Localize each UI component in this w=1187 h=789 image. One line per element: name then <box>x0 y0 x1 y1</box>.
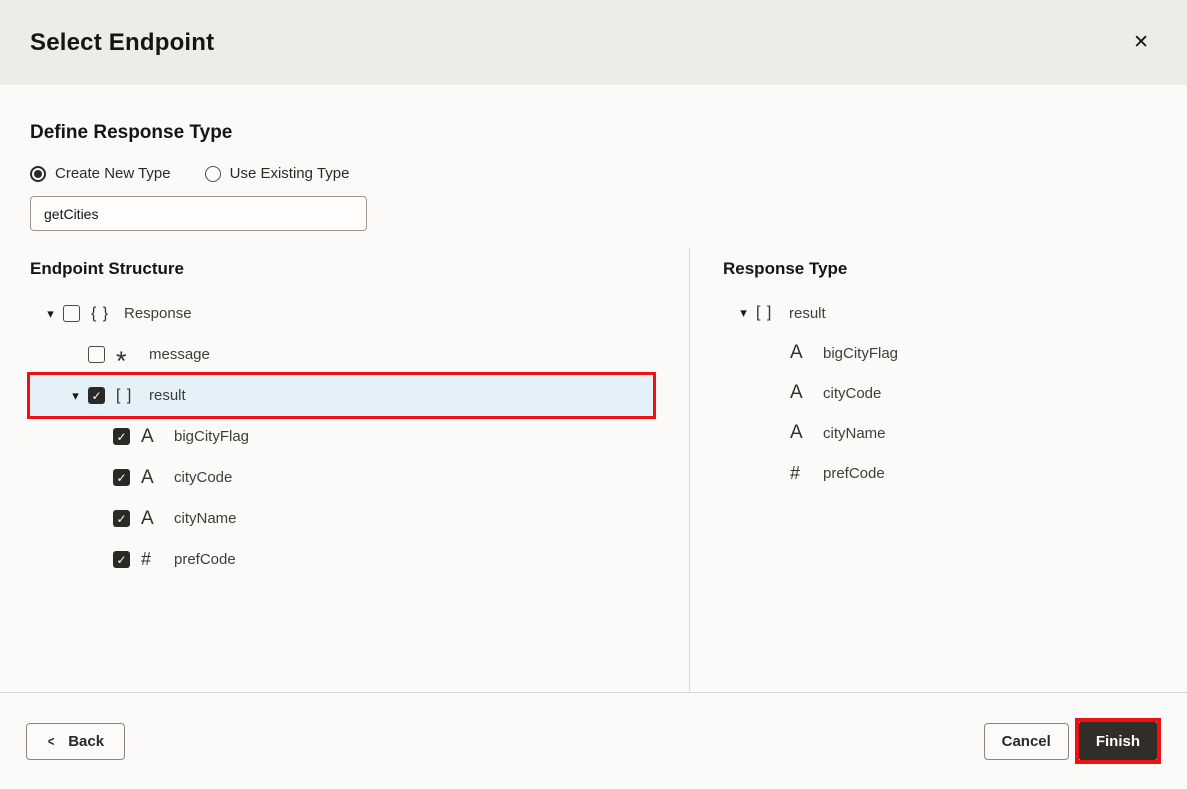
type-string-icon: A <box>141 426 167 448</box>
radio-use-existing-type[interactable]: Use Existing Type <box>205 165 350 182</box>
type-number-icon: # <box>790 463 816 484</box>
endpoint-structure-panel: Endpoint Structure ▾{ }Response*message▾… <box>30 247 689 693</box>
radio-unselected-icon[interactable] <box>205 166 221 182</box>
radio-label: Use Existing Type <box>230 165 350 182</box>
radio-label: Create New Type <box>55 165 171 182</box>
checkbox-checked[interactable]: ✓ <box>113 510 130 527</box>
close-icon[interactable]: ✕ <box>1127 27 1155 58</box>
footer-actions: Cancel Finish <box>984 718 1161 764</box>
tree-item-label: result <box>789 305 826 322</box>
tree-item-label: bigCityFlag <box>174 428 249 445</box>
tree-row-prefCode[interactable]: ✓ # prefCode <box>30 539 653 580</box>
tree-row-cityCode[interactable]: ✓ AcityCode <box>30 457 653 498</box>
checkbox-checked[interactable]: ✓ <box>88 387 105 404</box>
cancel-button[interactable]: Cancel <box>984 723 1069 760</box>
tree-item-label: Response <box>124 305 192 322</box>
tree-row-cityCode[interactable]: AcityCode <box>723 373 1157 413</box>
tree-item-label: result <box>149 387 186 404</box>
checkbox-unchecked[interactable] <box>63 305 80 322</box>
type-any-icon: * <box>116 356 142 366</box>
dialog-header: Select Endpoint ✕ <box>0 0 1187 85</box>
dialog-body: Define Response Type Create New Type Use… <box>0 85 1187 693</box>
checkbox-checked[interactable]: ✓ <box>113 551 130 568</box>
dialog-footer: < Back Cancel Finish <box>0 692 1187 789</box>
finish-button[interactable]: Finish <box>1079 722 1157 760</box>
caret-down-icon[interactable]: ▾ <box>72 388 79 404</box>
tree-row-prefCode[interactable]: # prefCode <box>723 453 1157 493</box>
tree-item-label: message <box>149 346 210 363</box>
dialog-title: Select Endpoint <box>30 29 214 57</box>
tree-item-label: prefCode <box>174 551 236 568</box>
response-type-panel: Response Type ▾[ ]resultAbigCityFlagAcit… <box>690 247 1157 693</box>
type-number-icon: # <box>141 549 167 570</box>
type-string-icon: A <box>141 508 167 530</box>
checkbox-unchecked[interactable] <box>88 346 105 363</box>
response-type-heading: Response Type <box>723 247 1157 279</box>
back-button[interactable]: < Back <box>26 723 125 760</box>
type-string-icon: A <box>790 422 816 444</box>
type-name-input[interactable] <box>30 196 367 231</box>
type-array-icon: [ ] <box>756 304 782 322</box>
caret-slot: ▾ <box>38 306 63 322</box>
endpoint-structure-tree: ▾ { } Response * message ▾ ✓ [ ] result ✓ AbigCity… <box>30 293 653 580</box>
tree-item-label: cityCode <box>823 385 881 402</box>
type-array-icon: [ ] <box>116 387 142 405</box>
radio-create-new-type[interactable]: Create New Type <box>30 165 171 182</box>
caret-slot: ▾ <box>731 305 756 321</box>
type-string-icon: A <box>790 342 816 364</box>
tree-row-Response[interactable]: ▾ { } Response <box>30 293 653 334</box>
tree-item-label: cityName <box>823 425 886 442</box>
tree-item-label: bigCityFlag <box>823 345 898 362</box>
tree-row-message[interactable]: * message <box>30 334 653 375</box>
chevron-left-icon: < <box>48 733 55 749</box>
type-string-icon: A <box>141 467 167 489</box>
checkbox-checked[interactable]: ✓ <box>113 469 130 486</box>
checkbox-checked[interactable]: ✓ <box>113 428 130 445</box>
type-object-icon: { } <box>91 305 117 323</box>
tree-row-bigCityFlag[interactable]: AbigCityFlag <box>723 333 1157 373</box>
define-response-type-heading: Define Response Type <box>30 85 1157 144</box>
radio-selected-icon[interactable] <box>30 166 46 182</box>
back-button-label: Back <box>68 733 104 750</box>
structure-columns: Endpoint Structure ▾{ }Response*message▾… <box>30 247 1157 693</box>
tree-item-label: prefCode <box>823 465 885 482</box>
type-string-icon: A <box>790 382 816 404</box>
caret-down-icon[interactable]: ▾ <box>47 306 54 322</box>
tree-item-label: cityName <box>174 510 237 527</box>
tree-row-result[interactable]: ▾ ✓ [ ] result <box>30 375 653 416</box>
tree-row-cityName[interactable]: AcityName <box>723 413 1157 453</box>
finish-annotation-highlight: Finish <box>1075 718 1161 764</box>
tree-row-bigCityFlag[interactable]: ✓ AbigCityFlag <box>30 416 653 457</box>
response-type-radio-group: Create New Type Use Existing Type <box>30 165 1157 182</box>
caret-down-icon[interactable]: ▾ <box>740 305 747 321</box>
tree-row-result[interactable]: ▾ [ ] result <box>723 293 1157 333</box>
tree-item-label: cityCode <box>174 469 232 486</box>
endpoint-structure-heading: Endpoint Structure <box>30 247 689 279</box>
tree-row-cityName[interactable]: ✓ AcityName <box>30 498 653 539</box>
response-type-tree: ▾[ ]resultAbigCityFlagAcityCodeAcityName… <box>723 293 1157 493</box>
caret-slot: ▾ <box>63 388 88 404</box>
